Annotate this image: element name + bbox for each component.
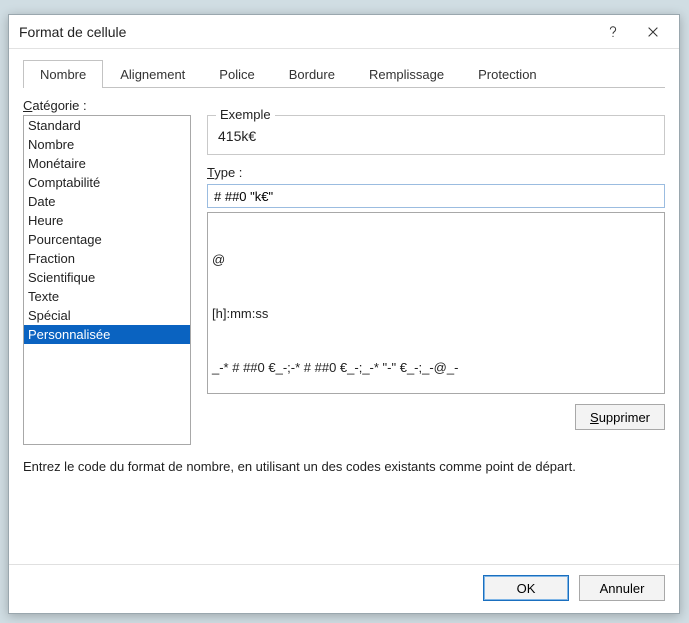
tab-remplissage[interactable]: Remplissage: [352, 60, 461, 88]
list-item[interactable]: Date: [24, 192, 190, 211]
list-item[interactable]: @: [212, 251, 660, 269]
dialog-content: Nombre Alignement Police Bordure Remplis…: [9, 49, 679, 564]
delete-button[interactable]: Supprimer: [575, 404, 665, 430]
list-item[interactable]: Standard: [24, 116, 190, 135]
tab-police[interactable]: Police: [202, 60, 271, 88]
type-label: Type :: [207, 165, 665, 180]
tab-protection[interactable]: Protection: [461, 60, 554, 88]
titlebar: Format de cellule: [9, 15, 679, 49]
example-label: Exemple: [216, 107, 275, 122]
cancel-button[interactable]: Annuler: [579, 575, 665, 601]
list-item[interactable]: Nombre: [24, 135, 190, 154]
format-cells-dialog: Format de cellule Nombre Alignement Poli…: [8, 14, 680, 614]
dialog-footer: OK Annuler: [9, 564, 679, 613]
list-item[interactable]: Fraction: [24, 249, 190, 268]
example-value: 415k€: [218, 124, 654, 144]
list-item[interactable]: Monétaire: [24, 154, 190, 173]
help-icon: [606, 25, 620, 39]
list-item[interactable]: [h]:mm:ss: [212, 305, 660, 323]
tab-nombre[interactable]: Nombre: [23, 60, 103, 88]
tab-bordure[interactable]: Bordure: [272, 60, 352, 88]
list-item[interactable]: Spécial: [24, 306, 190, 325]
close-icon: [646, 25, 660, 39]
help-text: Entrez le code du format de nombre, en u…: [23, 459, 665, 474]
category-listbox[interactable]: Standard Nombre Monétaire Comptabilité D…: [23, 115, 191, 445]
list-item[interactable]: Heure: [24, 211, 190, 230]
format-code-listbox[interactable]: @ [h]:mm:ss _-* # ##0 €_-;-* # ##0 €_-;_…: [207, 212, 665, 394]
example-group: Exemple 415k€: [207, 115, 665, 155]
close-button[interactable]: [633, 18, 673, 46]
tab-strip: Nombre Alignement Police Bordure Remplis…: [23, 59, 665, 88]
list-item[interactable]: Comptabilité: [24, 173, 190, 192]
type-input[interactable]: [207, 184, 665, 208]
help-button[interactable]: [593, 18, 633, 46]
list-item[interactable]: Scientifique: [24, 268, 190, 287]
ok-button[interactable]: OK: [483, 575, 569, 601]
list-item[interactable]: Personnalisée: [24, 325, 190, 344]
tab-alignement[interactable]: Alignement: [103, 60, 202, 88]
category-label: Catégorie :: [23, 98, 665, 113]
list-item[interactable]: Texte: [24, 287, 190, 306]
list-item[interactable]: Pourcentage: [24, 230, 190, 249]
dialog-title: Format de cellule: [19, 24, 593, 40]
list-item[interactable]: _-* # ##0 €_-;-* # ##0 €_-;_-* "-" €_-;_…: [212, 359, 660, 377]
